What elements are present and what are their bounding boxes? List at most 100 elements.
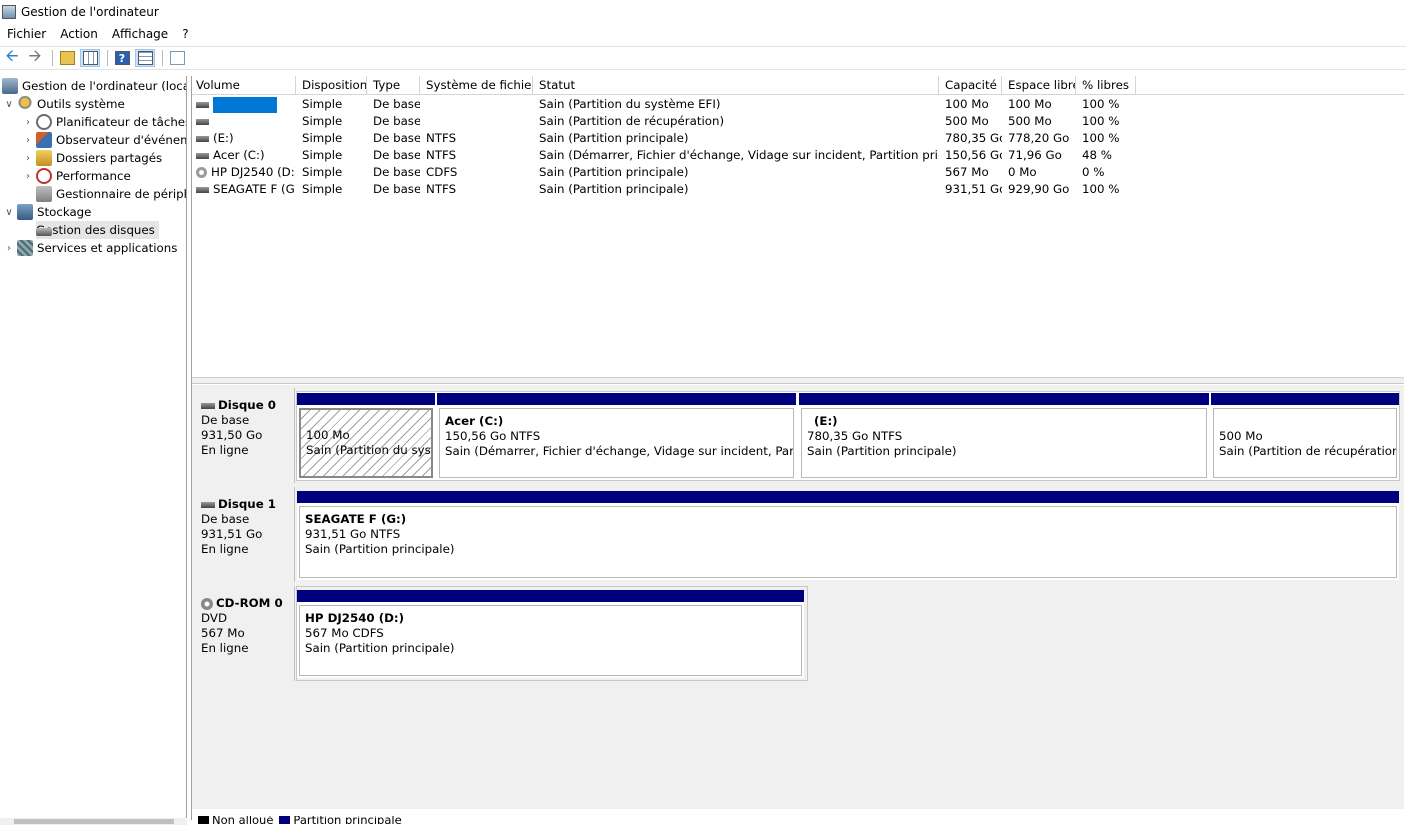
column-header-statut[interactable]: Statut bbox=[533, 76, 939, 95]
chevron-right-icon[interactable]: › bbox=[23, 171, 33, 182]
disk-row-1[interactable]: Disque 1 De base 931,51 Go En ligne SEAG… bbox=[192, 487, 1404, 582]
volume-name-selected[interactable] bbox=[213, 96, 277, 113]
up-folder-button[interactable] bbox=[57, 49, 77, 67]
cd-drive-icon bbox=[201, 597, 213, 610]
list-view-button[interactable] bbox=[135, 49, 155, 67]
chevron-right-icon[interactable]: › bbox=[23, 153, 33, 164]
partition-size: 567 Mo CDFS bbox=[305, 626, 384, 640]
menu-bar: Fichier Action Affichage ? bbox=[0, 24, 1406, 44]
table-row[interactable]: Simple De base Sain (Partition du systèm… bbox=[192, 96, 1404, 113]
table-row[interactable]: Simple De base Sain (Partition de récupé… bbox=[192, 113, 1404, 130]
chevron-right-icon[interactable]: › bbox=[4, 243, 14, 254]
fs-cell bbox=[420, 96, 533, 113]
menu-fichier[interactable]: Fichier bbox=[0, 24, 53, 44]
partition-bar bbox=[297, 491, 1399, 503]
help-button[interactable]: ? bbox=[112, 49, 132, 67]
partition-bar bbox=[799, 393, 1209, 405]
partition-body[interactable]: (E:) 780,35 Go NTFS Sain (Partition prin… bbox=[801, 408, 1207, 478]
type-cell: De base bbox=[373, 131, 420, 145]
partition-body[interactable]: 500 Mo Sain (Partition de récupération) bbox=[1213, 408, 1397, 478]
tree-item-disques[interactable]: Gestion des disques bbox=[36, 221, 159, 239]
tree-item-gestionnaire[interactable]: Gestionnaire de périphé bbox=[36, 185, 186, 203]
column-header-type[interactable]: Type bbox=[367, 76, 420, 95]
partition-e[interactable]: (E:) 780,35 Go NTFS Sain (Partition prin… bbox=[799, 393, 1209, 480]
pct-cell: 100 % bbox=[1082, 182, 1120, 196]
chevron-right-icon[interactable]: › bbox=[23, 135, 33, 146]
tree-item-root[interactable]: Gestion de l'ordinateur (local) bbox=[2, 77, 186, 95]
menu-affichage[interactable]: Affichage bbox=[105, 24, 175, 44]
tree-item-performance[interactable]: › Performance bbox=[23, 167, 131, 185]
volume-icon bbox=[196, 101, 209, 108]
tree-item-outils[interactable]: ∨ Outils système bbox=[4, 95, 125, 113]
disk-label[interactable]: Disque 1 De base 931,51 Go En ligne bbox=[192, 487, 295, 582]
disposition-cell: Simple bbox=[302, 97, 343, 111]
partition-size: 780,35 Go NTFS bbox=[807, 429, 903, 443]
partition-recovery[interactable]: 500 Mo Sain (Partition de récupération) bbox=[1211, 393, 1399, 480]
disk-name-text: Disque 0 bbox=[218, 398, 277, 412]
properties-button[interactable] bbox=[167, 49, 187, 67]
volume-list: Volume Disposition Type Système de fichi… bbox=[192, 76, 1404, 378]
table-row[interactable]: HP DJ2540 (D:) Simple De base CDFS Sain … bbox=[192, 164, 1404, 181]
partition-g[interactable]: SEAGATE F (G:) 931,51 Go NTFS Sain (Part… bbox=[297, 491, 1399, 580]
tree-item-label: Services et applications bbox=[37, 241, 178, 255]
console-tree-button[interactable] bbox=[80, 49, 100, 67]
tree-item-planificateur[interactable]: › Planificateur de tâches bbox=[23, 113, 186, 131]
volume-name: (E:) bbox=[213, 131, 234, 145]
tree-item-services[interactable]: › Services et applications bbox=[4, 239, 177, 257]
tree-horizontal-scrollbar[interactable] bbox=[0, 818, 187, 825]
computer-icon bbox=[2, 78, 18, 94]
scrollbar-thumb[interactable] bbox=[14, 819, 174, 824]
column-header-disposition[interactable]: Disposition bbox=[296, 76, 367, 95]
console-tree: Gestion de l'ordinateur (local) ∨ Outils… bbox=[0, 76, 187, 820]
title-bar: Gestion de l'ordinateur bbox=[0, 0, 1406, 24]
pane-splitter[interactable] bbox=[192, 378, 1404, 384]
type-cell: De base bbox=[373, 114, 420, 128]
forward-arrow-icon[interactable]: 🡪 bbox=[25, 46, 45, 67]
table-row[interactable]: Acer (C:) Simple De base NTFS Sain (Déma… bbox=[192, 147, 1404, 164]
column-header-capacite[interactable]: Capacité bbox=[939, 76, 1002, 95]
libre-cell: 100 Mo bbox=[1008, 97, 1052, 111]
disk-label[interactable]: Disque 0 De base 931,50 Go En ligne bbox=[192, 388, 295, 483]
chevron-down-icon[interactable]: ∨ bbox=[4, 207, 14, 218]
volume-cell bbox=[192, 96, 296, 113]
disk-row-0[interactable]: Disque 0 De base 931,50 Go En ligne 100 … bbox=[192, 388, 1404, 483]
disk-icon bbox=[201, 402, 215, 409]
partition-name: Acer (C:) bbox=[445, 414, 504, 428]
column-header-volume[interactable]: Volume bbox=[192, 76, 296, 95]
statut-cell: Sain (Partition principale) bbox=[539, 182, 689, 196]
column-header-libre[interactable]: Espace libre bbox=[1002, 76, 1076, 95]
volume-cell bbox=[192, 113, 296, 130]
disk-name-text: Disque 1 bbox=[218, 497, 277, 511]
chevron-right-icon[interactable]: › bbox=[23, 117, 33, 128]
table-row[interactable]: SEAGATE F (G:) Simple De base NTFS Sain … bbox=[192, 181, 1404, 198]
partition-body[interactable]: 100 Mo Sain (Partition du systèr bbox=[299, 408, 433, 478]
table-row[interactable]: (E:) Simple De base NTFS Sain (Partition… bbox=[192, 130, 1404, 147]
partition-body[interactable]: Acer (C:) 150,56 Go NTFS Sain (Démarrer,… bbox=[439, 408, 794, 478]
fs-cell: NTFS bbox=[426, 148, 457, 162]
menu-help[interactable]: ? bbox=[175, 24, 195, 44]
tree-item-dossiers[interactable]: › Dossiers partagés bbox=[23, 149, 162, 167]
list-view-icon bbox=[137, 51, 153, 65]
disk-row-cdrom[interactable]: CD-ROM 0 DVD 567 Mo En ligne HP DJ2540 (… bbox=[192, 586, 1404, 681]
disk-state: En ligne bbox=[201, 641, 249, 655]
tree-item-observateur[interactable]: › Observateur d'événeme bbox=[23, 131, 186, 149]
menu-action[interactable]: Action bbox=[53, 24, 105, 44]
partition-name: SEAGATE F (G:) bbox=[305, 512, 407, 526]
up-folder-icon bbox=[59, 51, 75, 65]
tree-item-stockage[interactable]: ∨ Stockage bbox=[4, 203, 91, 221]
partition-body[interactable]: HP DJ2540 (D:) 567 Mo CDFS Sain (Partiti… bbox=[299, 605, 802, 676]
disk-map: Disque 0 De base 931,50 Go En ligne 100 … bbox=[192, 385, 1404, 809]
chevron-down-icon[interactable]: ∨ bbox=[4, 99, 14, 110]
tree-item-label: Stockage bbox=[37, 205, 92, 219]
toolbar-separator bbox=[162, 50, 163, 66]
partition-d[interactable]: HP DJ2540 (D:) 567 Mo CDFS Sain (Partiti… bbox=[297, 590, 804, 678]
partition-c[interactable]: Acer (C:) 150,56 Go NTFS Sain (Démarrer,… bbox=[437, 393, 796, 480]
tree-item-label: Outils système bbox=[37, 97, 125, 111]
type-cell: De base bbox=[373, 165, 420, 179]
disk-label[interactable]: CD-ROM 0 DVD 567 Mo En ligne bbox=[192, 586, 295, 681]
partition-efi[interactable]: 100 Mo Sain (Partition du systèr bbox=[297, 393, 435, 480]
column-header-pct[interactable]: % libres bbox=[1076, 76, 1136, 95]
back-arrow-icon[interactable]: 🡨 bbox=[2, 46, 22, 67]
partition-body[interactable]: SEAGATE F (G:) 931,51 Go NTFS Sain (Part… bbox=[299, 506, 1397, 578]
column-header-fs[interactable]: Système de fichiers bbox=[420, 76, 533, 95]
